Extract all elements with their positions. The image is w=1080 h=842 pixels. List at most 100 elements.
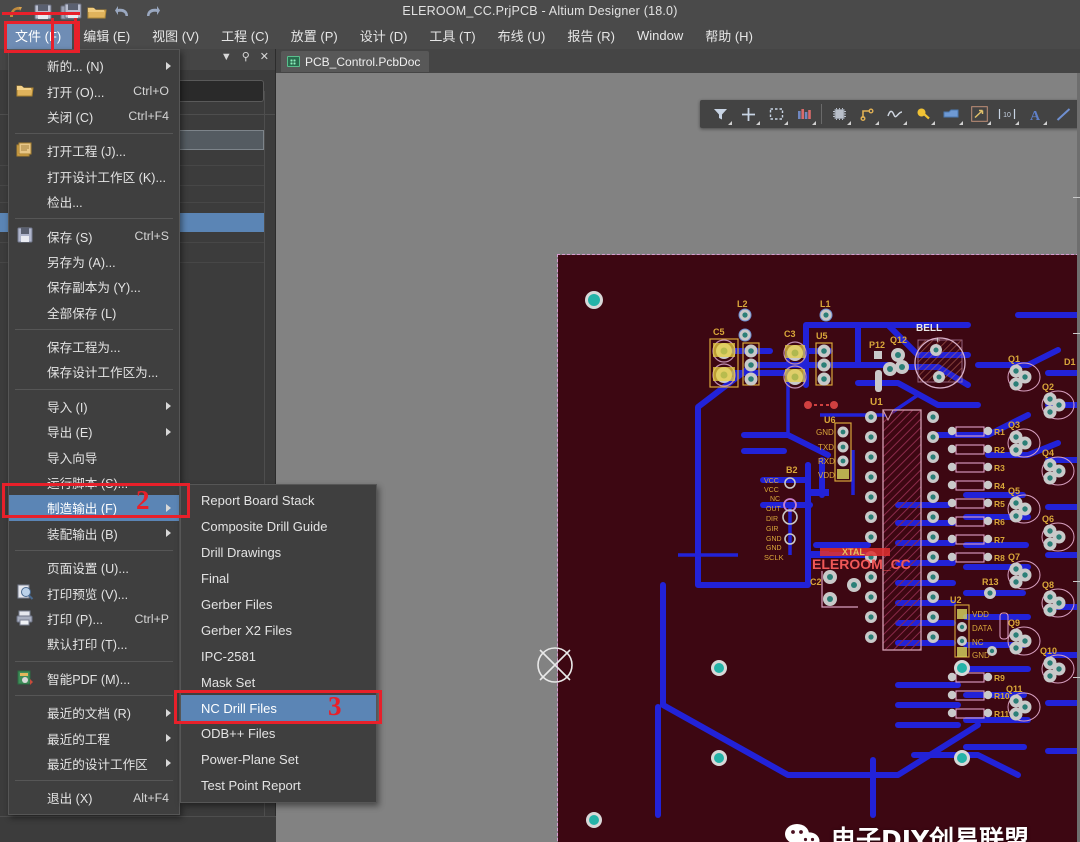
pin-icon[interactable]: ⚲ bbox=[242, 52, 250, 63]
menu-item-import[interactable]: 导入 (I) bbox=[9, 394, 179, 419]
menu-place[interactable]: 放置 (P) bbox=[280, 23, 349, 49]
submenu-item-odb-files[interactable]: ODB++ Files bbox=[181, 721, 376, 747]
menu-item-open[interactable]: 打开 (O)... Ctrl+O bbox=[9, 78, 179, 103]
menu-separator bbox=[15, 133, 173, 135]
menu-item-label: 制造输出 (F) bbox=[47, 502, 117, 517]
menu-item-print-preview[interactable]: 打印预览 (V)... bbox=[9, 580, 179, 605]
svg-text:Q9: Q9 bbox=[1008, 618, 1020, 628]
menu-separator bbox=[15, 388, 173, 390]
menu-item-open-workspace[interactable]: 打开设计工作区 (K)... bbox=[9, 164, 179, 189]
menu-route[interactable]: 布线 (U) bbox=[487, 23, 557, 49]
menu-item-checkout[interactable]: 检出... bbox=[9, 189, 179, 214]
menu-help[interactable]: 帮助 (H) bbox=[694, 23, 764, 49]
menu-reports[interactable]: 报告 (R) bbox=[556, 23, 626, 49]
menu-item-label: 打开 (O)... bbox=[47, 85, 105, 100]
menu-item-exit[interactable]: 退出 (X) Alt+F4 bbox=[9, 785, 179, 810]
tab-pcb-control[interactable]: PCB_Control.PcbDoc bbox=[281, 51, 430, 72]
menu-item-new[interactable]: 新的... (N) bbox=[9, 53, 179, 78]
svg-text:R4: R4 bbox=[994, 481, 1005, 491]
filter-icon[interactable] bbox=[706, 101, 734, 127]
select-region-icon[interactable] bbox=[762, 101, 790, 127]
design-rule-icon[interactable] bbox=[909, 101, 937, 127]
layer-stack-icon[interactable] bbox=[790, 101, 818, 127]
submenu-item-ipc-2581[interactable]: IPC-2581 bbox=[181, 643, 376, 669]
menu-item-label: 最近的工程 bbox=[47, 732, 110, 747]
editor-area: PCB_Control.PcbDoc 10 A C5 L2 C3 U5 L1 B… bbox=[276, 49, 1080, 842]
route-icon[interactable] bbox=[965, 101, 993, 127]
menu-item-default-print[interactable]: 默认打印 (T)... bbox=[9, 631, 179, 656]
svg-text:Q5: Q5 bbox=[1008, 486, 1020, 496]
svg-text:R2: R2 bbox=[994, 445, 1005, 455]
submenu-item-composite-drill-guide[interactable]: Composite Drill Guide bbox=[181, 514, 376, 540]
title-bar: ELEROOM_CC.PrjPCB - Altium Designer (18.… bbox=[0, 0, 1080, 23]
svg-text:VCC: VCC bbox=[764, 487, 779, 494]
menu-item-save-workspace-as[interactable]: 保存设计工作区为... bbox=[9, 359, 179, 384]
menu-item-save-all[interactable]: 全部保存 (L) bbox=[9, 300, 179, 325]
svg-text:Q4: Q4 bbox=[1042, 448, 1054, 458]
menu-item-label: 最近的设计工作区 bbox=[47, 757, 148, 772]
svg-text:OUT: OUT bbox=[766, 506, 782, 513]
menu-item-assembly-outputs[interactable]: 装配输出 (B) bbox=[9, 521, 179, 546]
submenu-arrow-icon bbox=[166, 734, 171, 743]
menu-item-close[interactable]: 关闭 (C) Ctrl+F4 bbox=[9, 104, 179, 129]
submenu-item-final[interactable]: Final bbox=[181, 566, 376, 592]
menu-item-shortcut: Alt+F4 bbox=[133, 790, 169, 805]
dimension-icon[interactable]: 10 bbox=[993, 101, 1021, 127]
net-icon[interactable] bbox=[853, 101, 881, 127]
polygon-icon[interactable] bbox=[937, 101, 965, 127]
menu-window[interactable]: Window bbox=[626, 25, 694, 47]
menu-edit[interactable]: 编辑 (E) bbox=[72, 23, 141, 49]
submenu-item-drill-drawings[interactable]: Drill Drawings bbox=[181, 540, 376, 566]
submenu-item-report-board-stack[interactable]: Report Board Stack bbox=[181, 488, 376, 514]
component-icon[interactable] bbox=[825, 101, 853, 127]
menu-item-recent-documents[interactable]: 最近的文档 (R) bbox=[9, 700, 179, 725]
menu-item-fabrication-outputs[interactable]: 制造输出 (F) bbox=[9, 495, 179, 521]
close-icon[interactable]: ✕ bbox=[260, 52, 269, 63]
crosshair-icon[interactable] bbox=[734, 101, 762, 127]
menu-design[interactable]: 设计 (D) bbox=[349, 23, 419, 49]
pcb-canvas[interactable]: 10 A C5 L2 C3 U5 L1 BELL + Q12 P12 U1 U6… bbox=[276, 73, 1080, 842]
menu-project[interactable]: 工程 (C) bbox=[210, 23, 280, 49]
menu-view[interactable]: 视图 (V) bbox=[141, 23, 210, 49]
open-project-icon bbox=[16, 142, 34, 159]
menu-tools[interactable]: 工具 (T) bbox=[418, 23, 486, 49]
menu-item-shortcut: Ctrl+O bbox=[133, 84, 169, 99]
menu-item-export[interactable]: 导出 (E) bbox=[9, 419, 179, 444]
chevron-down-icon[interactable]: ▼ bbox=[221, 52, 232, 63]
submenu-item-nc-drill-files[interactable]: NC Drill Files bbox=[181, 695, 376, 722]
text-icon[interactable]: A bbox=[1021, 101, 1049, 127]
svg-text:U1: U1 bbox=[870, 397, 883, 408]
svg-text:NC: NC bbox=[770, 496, 780, 503]
menu-item-label: 导入向导 bbox=[47, 451, 98, 466]
menu-item-save-as[interactable]: 另存为 (A)... bbox=[9, 249, 179, 274]
svg-text:P12: P12 bbox=[869, 340, 885, 350]
menu-item-import-wizard[interactable]: 导入向导 bbox=[9, 444, 179, 469]
wave-icon[interactable] bbox=[881, 101, 909, 127]
submenu-item-test-point-report[interactable]: Test Point Report bbox=[181, 773, 376, 799]
menu-item-smart-pdf[interactable]: 智能PDF (M)... bbox=[9, 666, 179, 691]
svg-text:Q10: Q10 bbox=[1040, 646, 1057, 656]
menu-item-page-setup[interactable]: 页面设置 (U)... bbox=[9, 555, 179, 580]
submenu-item-mask-set[interactable]: Mask Set bbox=[181, 669, 376, 695]
menu-item-save-project-as[interactable]: 保存工程为... bbox=[9, 334, 179, 359]
submenu-item-gerber-x2-files[interactable]: Gerber X2 Files bbox=[181, 617, 376, 643]
document-tab-bar: PCB_Control.PcbDoc bbox=[276, 49, 1080, 73]
svg-text:VDD: VDD bbox=[972, 610, 989, 619]
menu-item-open-project[interactable]: 打开工程 (J)... bbox=[9, 138, 179, 163]
menu-file[interactable]: 文件 (F) bbox=[4, 23, 73, 49]
submenu-arrow-icon bbox=[166, 708, 171, 717]
menu-item-save-copy-as[interactable]: 保存副本为 (Y)... bbox=[9, 274, 179, 299]
svg-text:ELEROOM_CC: ELEROOM_CC bbox=[812, 556, 911, 572]
menu-item-print[interactable]: 打印 (P)... Ctrl+P bbox=[9, 606, 179, 631]
document-tab-label: PCB_Control.PcbDoc bbox=[305, 54, 421, 69]
submenu-item-gerber-files[interactable]: Gerber Files bbox=[181, 592, 376, 618]
menu-item-recent-projects[interactable]: 最近的工程 bbox=[9, 725, 179, 750]
menu-item-save[interactable]: 保存 (S) Ctrl+S bbox=[9, 223, 179, 248]
menu-item-label: 保存工程为... bbox=[47, 341, 121, 356]
fabrication-outputs-submenu: Report Board Stack Composite Drill Guide… bbox=[180, 484, 377, 803]
submenu-item-power-plane-set[interactable]: Power-Plane Set bbox=[181, 747, 376, 773]
line-icon[interactable] bbox=[1049, 101, 1077, 127]
menu-item-recent-workspaces[interactable]: 最近的设计工作区 bbox=[9, 751, 179, 776]
pcb-board[interactable]: C5 L2 C3 U5 L1 BELL + Q12 P12 U1 U6 GND … bbox=[557, 254, 1080, 842]
menu-item-run-script[interactable]: 运行脚本 (S)... bbox=[9, 470, 179, 495]
